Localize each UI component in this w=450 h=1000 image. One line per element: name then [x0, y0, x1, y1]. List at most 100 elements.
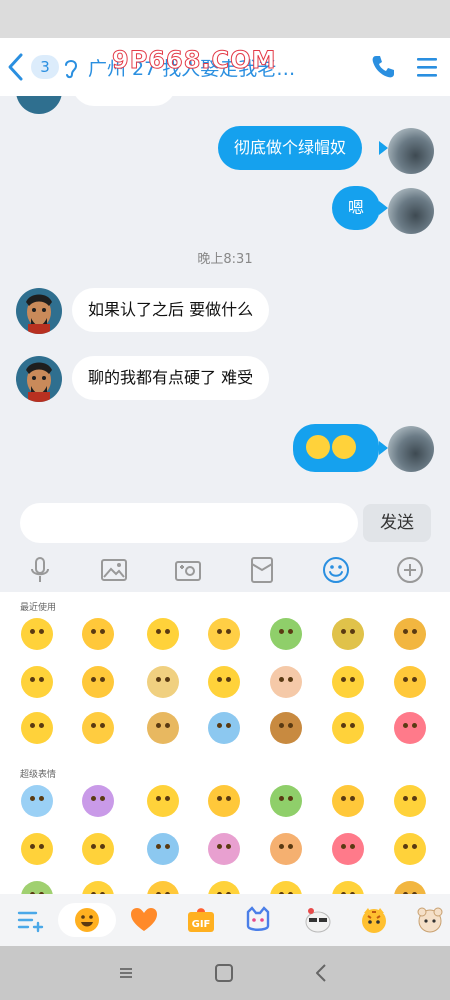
- emoji-tab-bar: GIF: [0, 894, 450, 946]
- message-bubble-incoming[interactable]: 聊的我都有点硬了 难受: [72, 356, 270, 400]
- watermark: 9P668.COM: [111, 46, 277, 75]
- message-input[interactable]: [20, 503, 358, 543]
- emoji-tab-icon[interactable]: [71, 904, 103, 936]
- hearts-emoji-icon[interactable]: [332, 833, 364, 865]
- message-bubble-partial[interactable]: [72, 96, 176, 106]
- chevron-left-icon: [8, 53, 23, 81]
- scared-emoji-icon[interactable]: [332, 666, 364, 698]
- sticker-pack-1-icon[interactable]: [302, 904, 334, 936]
- hug-emoji-icon[interactable]: [394, 666, 426, 698]
- peek-emoji-icon[interactable]: [21, 666, 53, 698]
- hammer-emoji-icon[interactable]: [147, 712, 179, 744]
- bubble-tail: [379, 141, 388, 155]
- blush-emoji-icon[interactable]: [208, 618, 240, 650]
- emoji-panel[interactable]: 最近使用 超级表情: [0, 592, 450, 894]
- phone-icon: [372, 56, 394, 78]
- duck-face-emoji-icon[interactable]: [147, 785, 179, 817]
- partial-emoji-icon[interactable]: [208, 881, 240, 894]
- input-toolbar: [0, 546, 450, 592]
- partial-emoji-icon[interactable]: [394, 881, 426, 894]
- grin-emoji-icon[interactable]: [82, 712, 114, 744]
- cow-emoji-icon[interactable]: [270, 712, 302, 744]
- contact-avatar[interactable]: [16, 288, 62, 334]
- heart-hug-emoji-icon[interactable]: [394, 785, 426, 817]
- image-icon[interactable]: [100, 556, 128, 584]
- my-avatar[interactable]: [388, 128, 434, 174]
- recent-apps-button[interactable]: [115, 962, 137, 984]
- love-emoji-icon[interactable]: [332, 785, 364, 817]
- sticker-pack-3-icon[interactable]: [414, 904, 446, 936]
- send-button[interactable]: 发送: [363, 504, 431, 542]
- heart-icon[interactable]: [128, 904, 160, 936]
- svg-text:GIF: GIF: [192, 919, 211, 930]
- covering-mouth-emoji-icon[interactable]: [21, 618, 53, 650]
- partial-emoji-icon[interactable]: [332, 881, 364, 894]
- covering-mouth-emoji-icon: [306, 434, 330, 459]
- home-button[interactable]: [213, 962, 235, 984]
- chevron-left-icon: [316, 964, 326, 982]
- partial-emoji-icon[interactable]: [147, 881, 179, 894]
- smirk-emoji-icon[interactable]: [147, 618, 179, 650]
- sticker-pack-2-icon[interactable]: [358, 904, 390, 936]
- crying-emoji-icon[interactable]: [21, 785, 53, 817]
- sunglasses-emoji-icon[interactable]: [82, 666, 114, 698]
- flowers-emoji-icon[interactable]: [208, 833, 240, 865]
- dizzy-emoji-icon[interactable]: [147, 666, 179, 698]
- gif-icon[interactable]: GIF: [185, 904, 217, 936]
- input-area: 发送: [0, 494, 450, 546]
- scream-emoji-icon[interactable]: [147, 833, 179, 865]
- lollipop-emoji-icon[interactable]: [332, 712, 364, 744]
- square-icon: [215, 964, 233, 982]
- scream-emoji-icon[interactable]: [208, 712, 240, 744]
- partial-emoji-icon[interactable]: [82, 881, 114, 894]
- microphone-icon[interactable]: [26, 556, 54, 584]
- hehe-emoji-icon[interactable]: [394, 833, 426, 865]
- back-button[interactable]: [4, 50, 28, 84]
- section-label-recent: 最近使用: [20, 603, 57, 613]
- menu-lines-icon: [120, 968, 132, 978]
- bubble-tail: [379, 441, 388, 455]
- bubble-tail: [379, 201, 388, 215]
- message-bubble-incoming[interactable]: 如果认了之后 要做什么: [72, 288, 270, 332]
- cat-sticker-icon[interactable]: [242, 904, 274, 936]
- laughing-tears-emoji-icon[interactable]: [82, 618, 114, 650]
- unread-badge: 3: [31, 55, 59, 79]
- partial-emoji-icon[interactable]: [21, 881, 53, 894]
- dog-emoji-icon[interactable]: [394, 618, 426, 650]
- red-packet-icon[interactable]: [248, 556, 276, 584]
- heart-eyes-emoji-icon[interactable]: [21, 712, 53, 744]
- nav-back-button[interactable]: [311, 962, 333, 984]
- camera-icon[interactable]: [174, 556, 202, 584]
- plus-icon[interactable]: [396, 556, 424, 584]
- hand-emoji-icon[interactable]: [270, 666, 302, 698]
- contact-avatar[interactable]: [16, 356, 62, 402]
- status-bar: [0, 0, 450, 38]
- emoji-manage-icon[interactable]: [14, 904, 46, 936]
- section-label-super: 超级表情: [20, 770, 57, 780]
- lollipop-emoji-icon[interactable]: [82, 833, 114, 865]
- sunglasses-emoji-icon[interactable]: [208, 785, 240, 817]
- shy-emoji-icon[interactable]: [270, 833, 302, 865]
- boy-emoji-icon[interactable]: [332, 618, 364, 650]
- hamburger-icon: [417, 58, 437, 77]
- hearts-emoji-icon[interactable]: [394, 712, 426, 744]
- my-avatar[interactable]: [388, 426, 434, 472]
- message-timestamp: 晚上8:31: [197, 252, 253, 267]
- system-nav-bar: [0, 946, 450, 1000]
- message-bubble-outgoing[interactable]: 嗯: [332, 186, 381, 230]
- call-button[interactable]: [370, 54, 396, 80]
- ear-icon[interactable]: [62, 56, 80, 80]
- cabbage-emoji-icon[interactable]: [270, 785, 302, 817]
- party-emoji-icon[interactable]: [82, 785, 114, 817]
- menu-button[interactable]: [416, 55, 438, 79]
- message-bubble-outgoing-emoji[interactable]: [293, 424, 379, 472]
- message-bubble-outgoing[interactable]: 彻底做个绿帽奴: [218, 126, 363, 170]
- partial-emoji-icon[interactable]: [270, 881, 302, 894]
- kiss-emoji-icon[interactable]: [21, 833, 53, 865]
- chat-area[interactable]: 彻底做个绿帽奴 嗯 晚上8:31 如果认了之后 要做什么 聊的我都有点硬了 难受: [0, 96, 450, 494]
- my-avatar[interactable]: [388, 188, 434, 234]
- contact-avatar[interactable]: [16, 96, 62, 114]
- surprised-emoji-icon[interactable]: [208, 666, 240, 698]
- cabbage-emoji-icon[interactable]: [270, 618, 302, 650]
- emoji-icon[interactable]: [322, 556, 350, 584]
